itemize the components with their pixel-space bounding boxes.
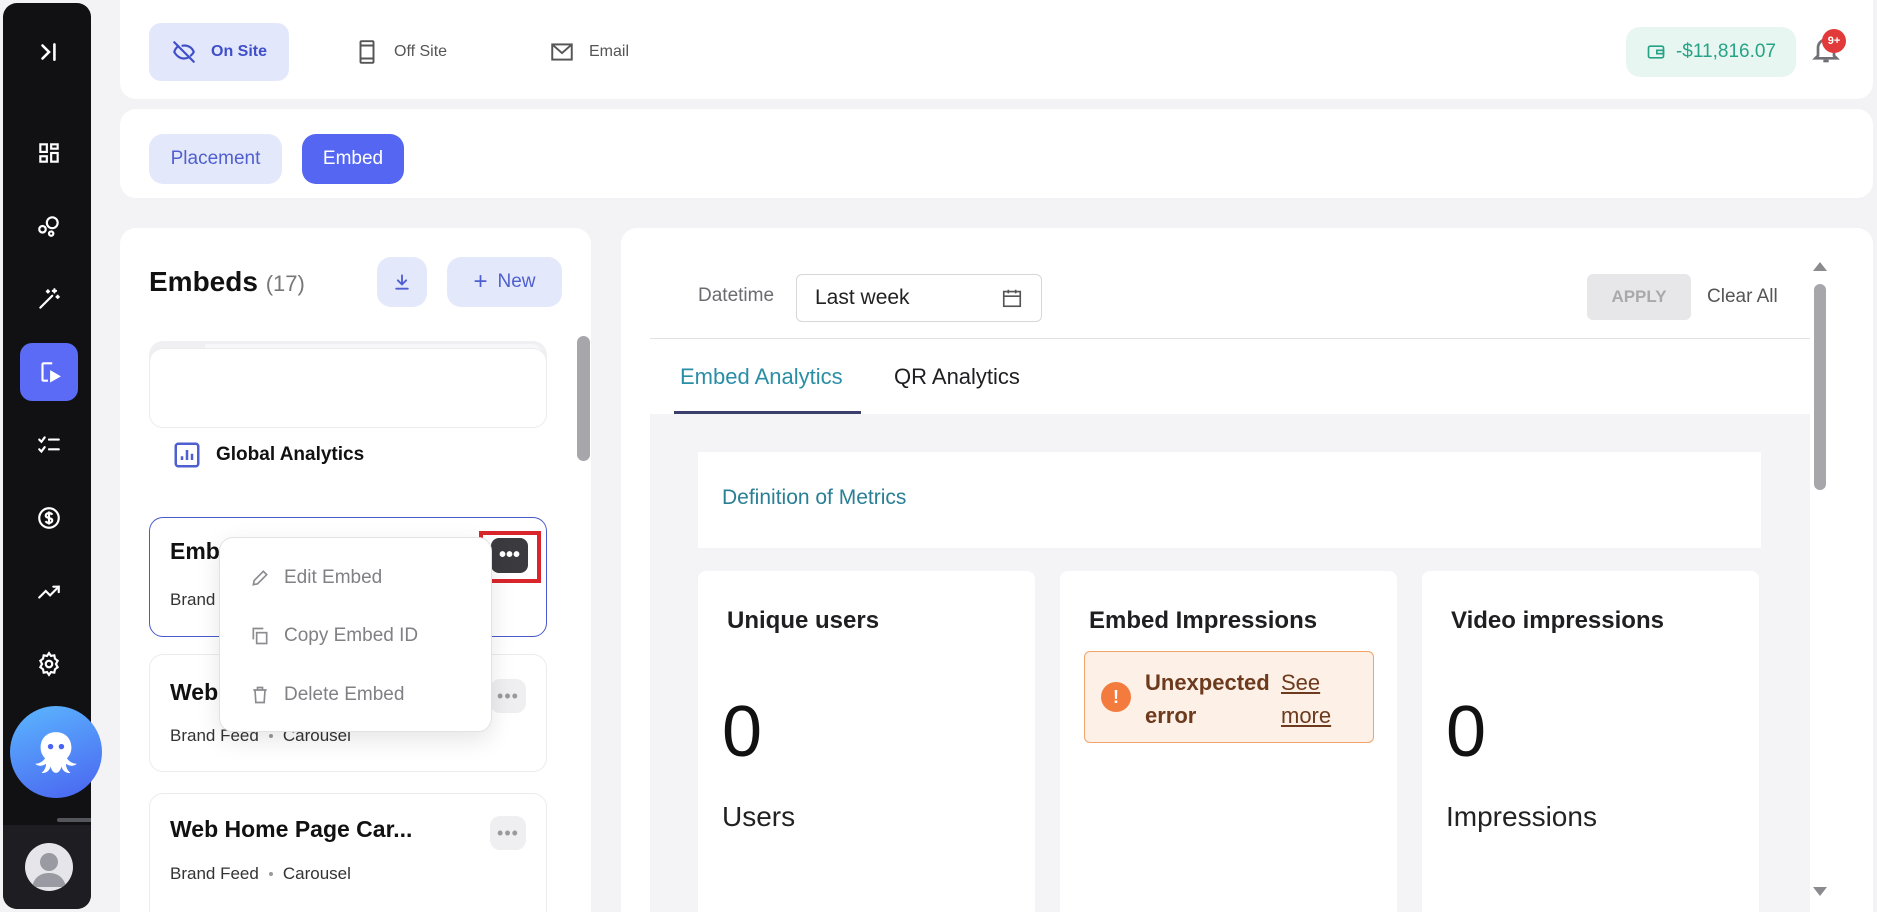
embed-layout: Carousel xyxy=(282,864,351,883)
user-menu[interactable] xyxy=(3,825,91,909)
metric-card-video-impressions: Video impressions 0 Impressions xyxy=(1422,571,1759,912)
global-analytics[interactable]: Global Analytics xyxy=(172,440,364,470)
menu-item-edit[interactable]: Edit Embed xyxy=(250,563,382,593)
metric-value: 0 xyxy=(1446,692,1487,772)
see-more-link[interactable]: See more xyxy=(1281,666,1361,732)
list-item[interactable]: Web Home Page Car... ••• Brand Feed Caro… xyxy=(149,793,547,912)
menu-label: Delete Embed xyxy=(284,684,405,705)
embed-nav-icon[interactable] xyxy=(20,343,78,401)
scrollbar[interactable] xyxy=(1814,284,1826,490)
more-options-button-active[interactable]: ••• xyxy=(491,538,528,573)
bar-chart-icon xyxy=(174,442,200,468)
balance-badge[interactable]: -$11,816.07 xyxy=(1626,27,1796,77)
scroll-up-arrow[interactable] xyxy=(1813,262,1827,271)
tab-placement[interactable]: Placement xyxy=(149,134,282,184)
tab-label: Email xyxy=(589,43,630,60)
more-options-button[interactable]: ••• xyxy=(490,679,526,713)
tab-embed[interactable]: Embed xyxy=(302,134,404,184)
divider xyxy=(650,338,1810,339)
separator-dot xyxy=(268,872,273,876)
metric-value: 0 xyxy=(722,692,763,772)
tab-embed-analytics[interactable]: Embed Analytics xyxy=(680,364,843,390)
embed-subtitle: Brand Feed Carousel xyxy=(170,864,351,884)
tab-qr-analytics[interactable]: QR Analytics xyxy=(894,364,1020,390)
context-menu: Edit Embed Copy Embed ID Delete Embed xyxy=(219,537,492,732)
download-button[interactable] xyxy=(377,257,427,307)
scroll-down-arrow[interactable] xyxy=(1813,887,1827,896)
dashboard-icon[interactable] xyxy=(20,124,78,182)
embed-type: Brand Feed xyxy=(170,864,259,883)
embeds-title: Embeds (17) xyxy=(149,266,305,298)
metric-card-unique-users: Unique users 0 Users xyxy=(698,571,1035,912)
embed-type: Brand xyxy=(170,590,216,609)
error-text: Unexpected error xyxy=(1145,670,1270,728)
definition-card: Definition of Metrics xyxy=(698,452,1761,548)
metric-card-embed-impressions: Embed Impressions ! Unexpected error See… xyxy=(1060,571,1397,912)
settings-gear-icon[interactable] xyxy=(20,635,78,693)
analytics-panel: Datetime Last week APPLY Clear All Embed… xyxy=(621,228,1873,912)
global-analytics-label: Global Analytics xyxy=(216,444,365,465)
plus-icon: + xyxy=(473,268,488,295)
scrollbar[interactable] xyxy=(577,336,590,461)
embed-subtitle: Brand xyxy=(170,590,215,610)
menu-item-delete[interactable]: Delete Embed xyxy=(250,680,404,710)
embed-title: Web xyxy=(170,679,219,705)
tab-label: On Site xyxy=(211,43,268,60)
metric-unit: Impressions xyxy=(1446,801,1597,832)
wallet-icon xyxy=(1647,45,1665,59)
datetime-select[interactable]: Last week xyxy=(796,274,1042,322)
dollar-icon[interactable] xyxy=(20,489,78,547)
metric-title: Video impressions xyxy=(1451,607,1664,634)
definition-of-metrics-link[interactable]: Definition of Metrics xyxy=(722,486,906,510)
trash-icon xyxy=(253,686,267,704)
checklist-icon[interactable] xyxy=(20,416,78,474)
calendar-icon xyxy=(1002,289,1022,308)
menu-label: Edit Embed xyxy=(284,567,383,588)
expand-sidebar-icon[interactable] xyxy=(20,23,78,81)
datetime-label: Datetime xyxy=(698,285,775,306)
more-options-button[interactable]: ••• xyxy=(490,816,526,850)
tab-label: Off Site xyxy=(394,43,448,60)
mail-icon xyxy=(551,43,573,61)
new-label: New xyxy=(497,271,536,292)
global-analytics-card[interactable] xyxy=(149,348,547,428)
embed-title: Web Home Page Car... xyxy=(170,816,413,842)
embed-title: Emb xyxy=(170,538,220,564)
tab-off-site[interactable]: Off Site xyxy=(332,23,469,81)
download-icon xyxy=(395,274,409,290)
metric-title: Unique users xyxy=(727,607,880,634)
embeds-title-text: Embeds xyxy=(149,266,258,297)
phone-icon xyxy=(359,40,375,64)
copy-icon xyxy=(252,627,268,645)
top-navigation: On Site Off Site Email xyxy=(120,0,1873,99)
error-alert: ! Unexpected error See more xyxy=(1084,651,1374,743)
eye-off-icon xyxy=(173,41,195,63)
metric-title: Embed Impressions xyxy=(1089,607,1318,634)
datetime-value: Last week xyxy=(815,286,910,309)
trend-icon[interactable] xyxy=(20,562,78,620)
error-icon: ! xyxy=(1101,682,1131,712)
clear-all-button[interactable]: Clear All xyxy=(1707,286,1778,308)
balance-value: -$11,816.07 xyxy=(1675,41,1776,62)
tab-email[interactable]: Email xyxy=(527,23,651,81)
menu-label: Copy Embed ID xyxy=(284,625,419,646)
embeds-count: (17) xyxy=(265,271,305,296)
apply-button[interactable]: APPLY xyxy=(1587,274,1691,320)
avatar[interactable] xyxy=(25,843,73,891)
octopus-logo-icon[interactable] xyxy=(10,706,102,798)
metric-unit: Users xyxy=(722,801,796,832)
menu-item-copy[interactable]: Copy Embed ID xyxy=(250,621,418,651)
tab-on-site[interactable]: On Site xyxy=(149,23,290,81)
new-embed-button[interactable]: + New xyxy=(447,257,562,307)
notification-badge: 9+ xyxy=(1822,29,1846,53)
separator-dot xyxy=(268,734,273,738)
bubbles-icon[interactable] xyxy=(20,197,78,255)
magic-wand-icon[interactable] xyxy=(20,270,78,328)
sub-navigation: Placement Embed xyxy=(120,109,1873,198)
sidebar-divider xyxy=(57,818,91,822)
pencil-icon xyxy=(252,570,268,586)
